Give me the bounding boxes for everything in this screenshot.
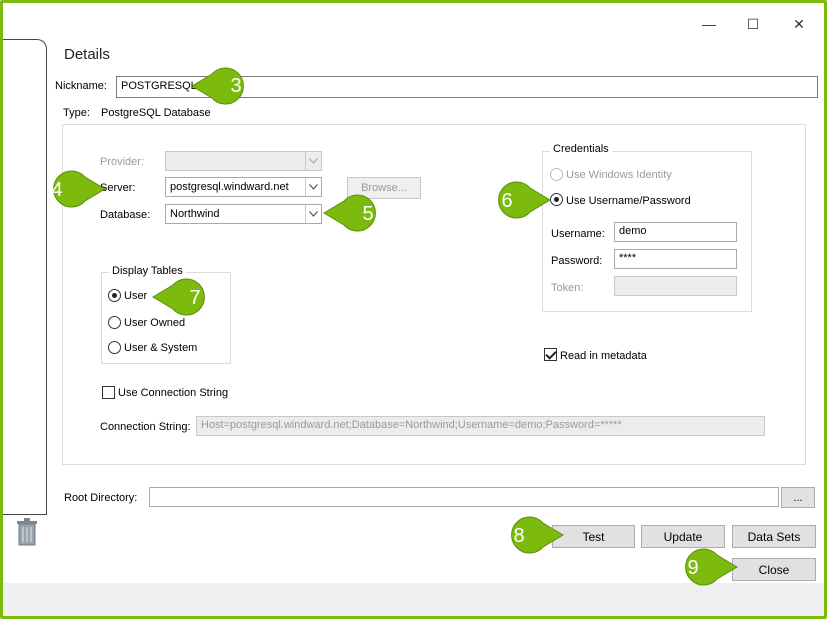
connection-string-field[interactable]: Host=postgresql.windward.net;Database=No… — [196, 416, 765, 436]
close-icon: ✕ — [793, 15, 805, 32]
callout-9: 9 — [685, 548, 738, 586]
update-button[interactable]: Update — [641, 525, 725, 548]
root-browse-button[interactable]: ... — [781, 487, 815, 508]
callout-5-number: 5 — [362, 203, 373, 225]
details-title: Details — [64, 46, 110, 63]
database-value: Northwind — [170, 208, 220, 220]
connection-dialog: — ☐ ✕ Details Nickname: POSTGRESQL Type:… — [0, 0, 827, 619]
close-window-button[interactable]: ✕ — [785, 11, 813, 37]
read-metadata-checkbox[interactable] — [544, 348, 557, 361]
use-connection-string-label: Use Connection String — [118, 387, 229, 399]
token-label: Token: — [551, 282, 584, 294]
maximize-button[interactable]: ☐ — [739, 11, 767, 37]
display-user-system-radio[interactable] — [108, 341, 121, 354]
callout-9-number: 9 — [687, 557, 698, 579]
trash-icon[interactable] — [16, 518, 38, 546]
type-label: Type: — [63, 107, 90, 119]
display-user-system-label: User & System — [124, 342, 198, 354]
minimize-icon: — — [702, 16, 716, 32]
provider-label: Provider: — [100, 156, 145, 168]
type-value: PostgreSQL Database — [101, 107, 211, 119]
callout-7-number: 7 — [189, 287, 200, 309]
database-label: Database: — [100, 209, 151, 221]
read-metadata-label: Read in metadata — [560, 350, 647, 362]
chevron-down-icon — [305, 152, 321, 170]
windows-identity-label: Use Windows Identity — [566, 169, 672, 181]
username-label: Username: — [551, 228, 605, 240]
callout-4-number: 4 — [51, 179, 62, 201]
callout-5: 5 — [323, 194, 376, 232]
display-user-owned-radio[interactable] — [108, 316, 121, 329]
credentials-title: Credentials — [550, 143, 612, 155]
display-user-owned-label: User Owned — [124, 317, 186, 329]
callout-4: 4 — [51, 170, 106, 208]
callout-3: 3 — [191, 67, 244, 105]
use-connection-string-checkbox[interactable] — [102, 386, 115, 399]
close-button[interactable]: Close — [732, 558, 816, 581]
token-field[interactable] — [614, 276, 737, 296]
root-directory-label: Root Directory: — [64, 492, 138, 504]
chevron-down-icon — [305, 178, 321, 196]
nickname-label: Nickname: — [55, 80, 107, 92]
password-field[interactable]: **** — [614, 249, 737, 269]
root-directory-field[interactable] — [149, 487, 779, 507]
server-value: postgresql.windward.net — [170, 181, 289, 193]
password-label: Password: — [551, 255, 603, 267]
maximize-icon: ☐ — [746, 15, 760, 32]
display-user-label: User — [124, 290, 148, 302]
connection-string-label: Connection String: — [100, 421, 191, 433]
callout-6-number: 6 — [501, 190, 512, 212]
display-user-radio[interactable] — [108, 289, 121, 302]
callout-8-number: 8 — [513, 525, 524, 547]
callout-8: 8 — [511, 516, 564, 554]
left-panel — [3, 39, 47, 515]
database-select[interactable]: Northwind — [165, 204, 322, 224]
username-password-label: Use Username/Password — [566, 195, 691, 207]
callout-7: 7 — [152, 278, 205, 316]
server-select[interactable]: postgresql.windward.net — [165, 177, 322, 197]
username-field[interactable]: demo — [614, 222, 737, 242]
data-sets-button[interactable]: Data Sets — [732, 525, 816, 548]
status-strip — [3, 583, 824, 616]
callout-3-number: 3 — [230, 75, 241, 97]
display-tables-title: Display Tables — [109, 265, 186, 277]
minimize-button[interactable]: — — [695, 11, 723, 37]
provider-select[interactable] — [165, 151, 322, 171]
callout-6: 6 — [498, 181, 551, 219]
chevron-down-icon — [305, 205, 321, 223]
